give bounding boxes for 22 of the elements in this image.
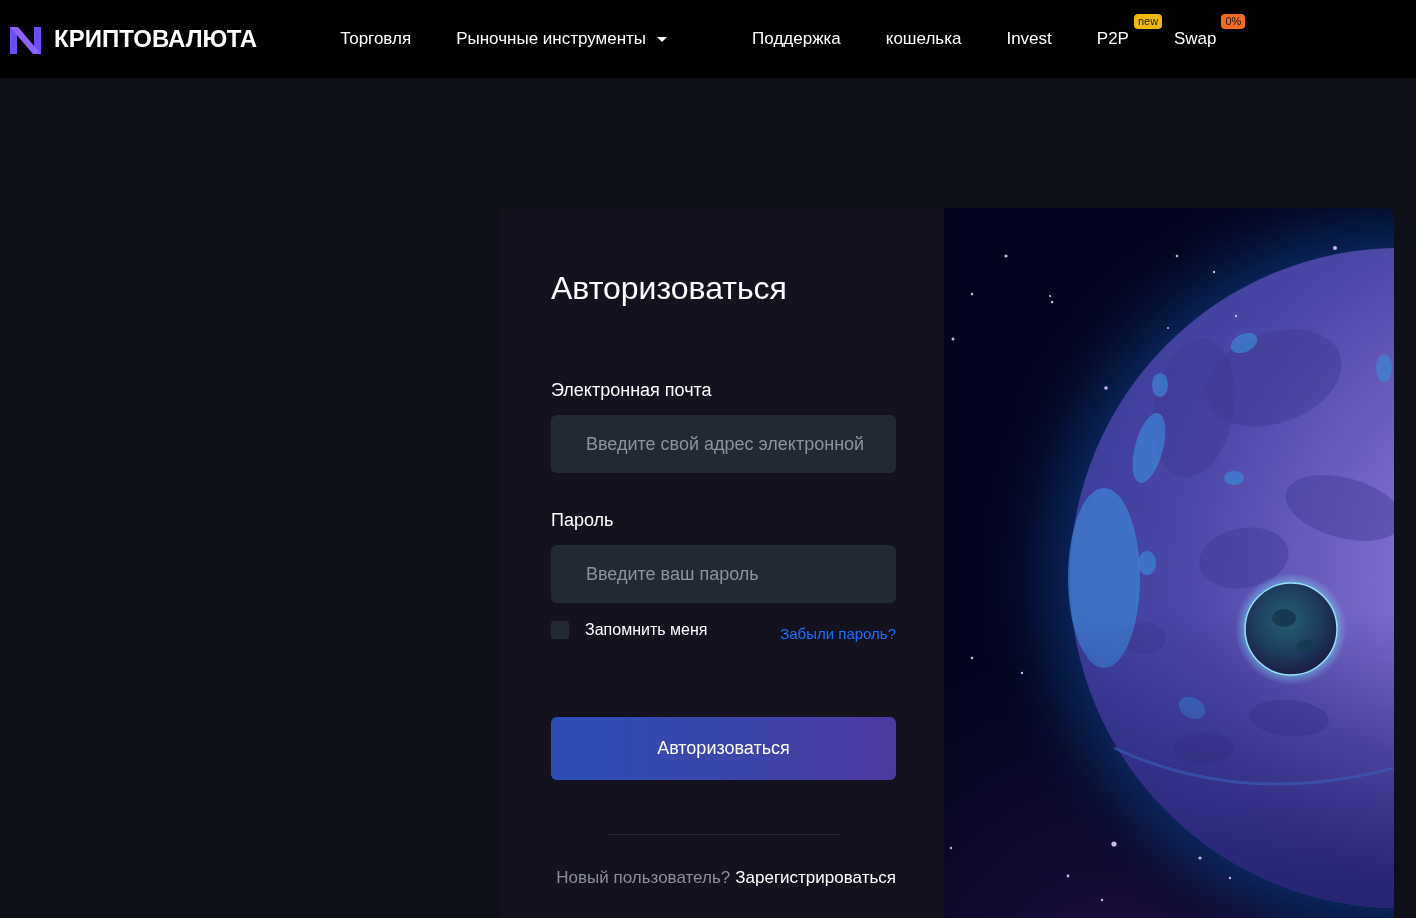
nav-badge: 0%: [1221, 14, 1246, 29]
nav-link[interactable]: Поддержка: [752, 28, 841, 50]
remember-label[interactable]: Запомнить меня: [585, 621, 708, 639]
field-label: Электронная почта: [551, 379, 712, 402]
forgot-password-link[interactable]: Забыли пароль?: [780, 625, 896, 643]
caret-icon: [657, 36, 668, 42]
nav-link[interactable]: Торговля: [340, 28, 412, 50]
brand-name[interactable]: КРИПТОВАЛЮТА: [54, 25, 258, 53]
login-title: Авторизоваться: [551, 269, 788, 308]
login-button[interactable]: Авторизоваться: [551, 717, 896, 780]
signup-link[interactable]: Зарегистрироваться: [735, 867, 896, 889]
nav-dropdown[interactable]: Рыночные инструменты: [456, 28, 668, 50]
email-field[interactable]: Введите свой адрес электронной: [551, 415, 896, 473]
field-label: Пароль: [551, 509, 614, 532]
nav-link[interactable]: Invest: [1006, 28, 1052, 50]
nav-link[interactable]: кошелька: [885, 28, 962, 50]
logo-icon[interactable]: [10, 26, 41, 54]
password-field[interactable]: Введите ваш пароль: [551, 545, 896, 603]
nav-badge: new: [1133, 14, 1163, 29]
signup-prompt: Новый пользователь?: [556, 867, 731, 889]
nav-link[interactable]: P2P: [1096, 28, 1129, 50]
nav-link[interactable]: Swap: [1173, 28, 1217, 50]
